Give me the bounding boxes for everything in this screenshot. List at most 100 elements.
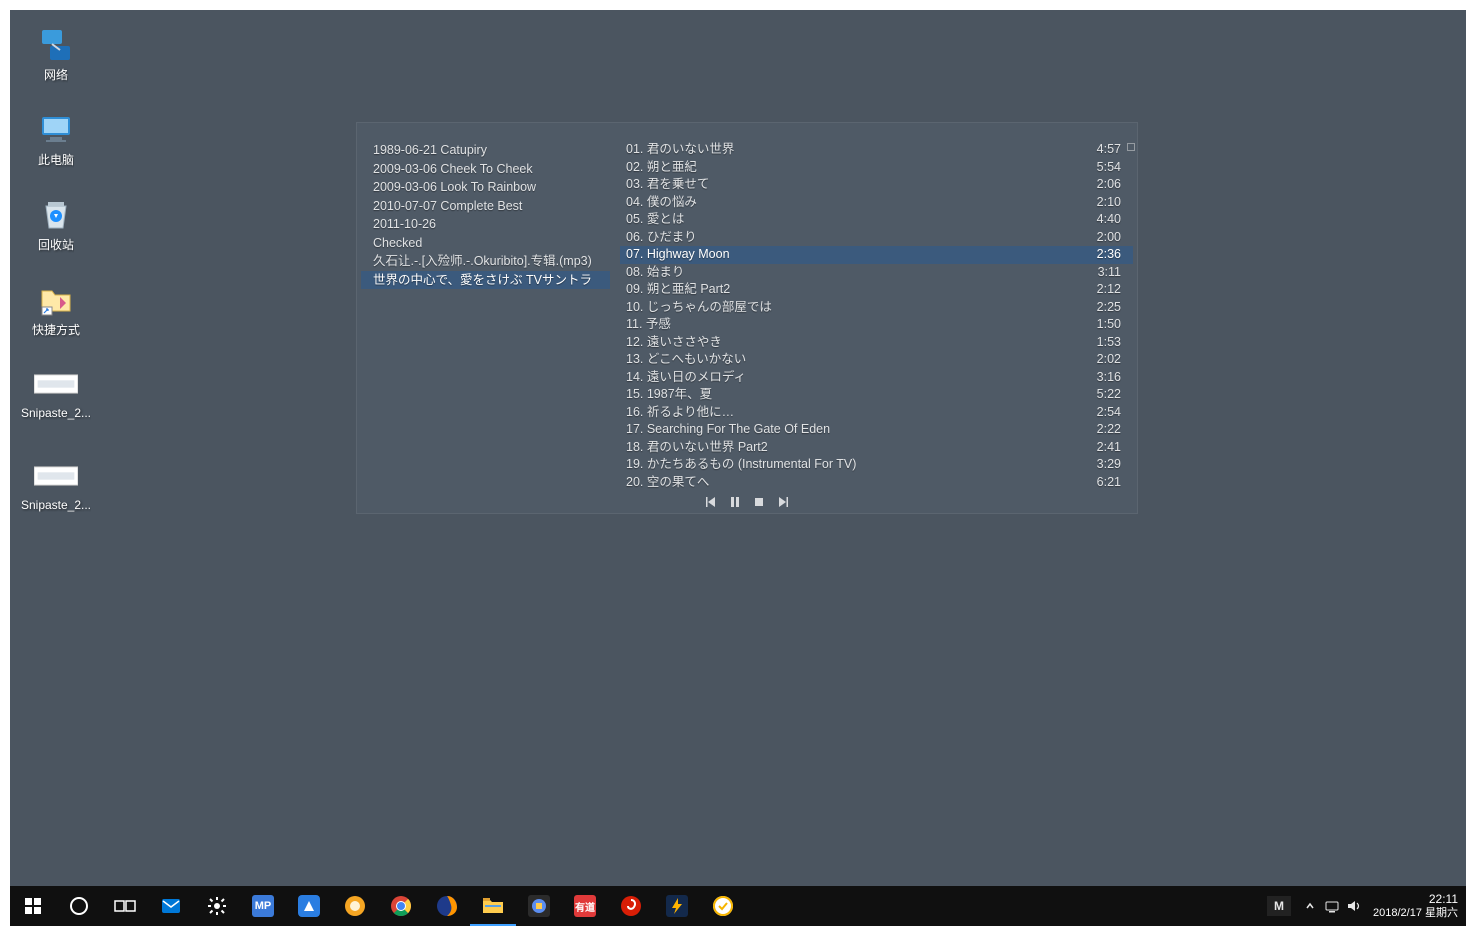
tray-m-icon[interactable]: M [1267,896,1291,916]
album-item[interactable]: 2009-03-06 Look To Rainbow [373,178,610,197]
music-player-window[interactable]: 1989-06-21 Catupiry2009-03-06 Cheek To C… [356,122,1138,514]
track-title: 05. 愛とは [626,211,1085,229]
track-row[interactable]: 12. 遠いささやき1:53 [620,334,1133,352]
prev-button[interactable] [704,495,718,509]
track-title: 04. 僕の悩み [626,194,1085,212]
track-title: 14. 遠い日のメロディ [626,369,1085,387]
track-row[interactable]: 05. 愛とは 4:40 [620,211,1133,229]
taskbar-cortana-button[interactable] [56,886,102,926]
track-duration: 2:02 [1097,351,1129,369]
snip-icon [34,454,78,498]
taskbar-securecrt-button[interactable] [516,886,562,926]
desktop-icon-folder-shortcut[interactable]: 快捷方式 [18,273,94,344]
taskbar-thunder-button[interactable] [654,886,700,926]
track-row[interactable]: 13. どこへもいかない2:02 [620,351,1133,369]
track-title: 09. 朔と亜紀 Part2 [626,281,1085,299]
stop-button[interactable] [752,495,766,509]
track-row[interactable]: 07. Highway Moon2:36 [620,246,1133,264]
taskbar-youdao-button[interactable]: 有道 [562,886,608,926]
album-item[interactable]: 1989-06-21 Catupiry [373,141,610,160]
track-duration: 3:29 [1097,456,1129,474]
desktop-icon-network[interactable]: 网络 [18,18,94,89]
start-icon [22,895,44,917]
track-duration: 2:25 [1097,299,1129,317]
taskbar-clock[interactable]: 22:11 2018/2/17 星期六 [1365,892,1466,920]
track-row[interactable]: 02. 朔と亜紀5:54 [620,159,1133,177]
track-duration: 3:16 [1097,369,1129,387]
desktop-icon-recycle[interactable]: 回收站 [18,188,94,259]
track-duration: 2:22 [1097,421,1129,439]
taskbar: MP 有道 M 22:11 2018/2/17 星期六 [10,886,1466,926]
wondershare-icon [298,895,320,917]
track-row[interactable]: 14. 遠い日のメロディ 3:16 [620,369,1133,387]
taskbar-start-button[interactable] [10,886,56,926]
tray-volume-icon[interactable] [1343,886,1365,926]
taskbar-chrome-button[interactable] [378,886,424,926]
taskbar-mail-button[interactable] [148,886,194,926]
taskbar-netease-button[interactable] [608,886,654,926]
taskbar-explorer-button[interactable] [470,886,516,926]
album-item[interactable]: 2011-10-26 [373,215,610,234]
track-row[interactable]: 01. 君のいない世界4:57 [620,141,1133,159]
track-row[interactable]: 15. 1987年、夏5:22 [620,386,1133,404]
pause-button[interactable] [728,495,742,509]
track-row[interactable]: 20. 空の果てへ6:21 [620,474,1133,492]
track-title: 16. 祈るより他に… [626,404,1085,422]
taskbar-apps: MP 有道 [10,886,746,926]
track-duration: 3:11 [1098,264,1129,282]
track-row[interactable]: 06. ひだまり2:00 [620,229,1133,247]
album-item[interactable]: 久石让.-.[入殓师.-.Okuribito].专辑.(mp3) [373,252,610,271]
mail-icon [160,895,182,917]
track-row[interactable]: 17. Searching For The Gate Of Eden2:22 [620,421,1133,439]
track-row[interactable]: 16. 祈るより他に…2:54 [620,404,1133,422]
recycle-icon [34,192,78,236]
taskbar-settings-button[interactable] [194,886,240,926]
desktop-icon-label: 快捷方式 [32,321,80,338]
desktop: 网络此电脑回收站快捷方式 Snipaste_2... Snipaste_2... 1… [10,10,1466,926]
track-row[interactable]: 09. 朔と亜紀 Part22:12 [620,281,1133,299]
track-row[interactable]: 11. 予感 1:50 [620,316,1133,334]
track-row[interactable]: 04. 僕の悩み2:10 [620,194,1133,212]
track-duration: 6:21 [1097,474,1129,492]
desktop-icon-snip[interactable]: Snipaste_2... [18,358,94,426]
taskbar-mp-button[interactable]: MP [240,886,286,926]
track-duration: 1:50 [1097,316,1129,334]
album-item[interactable]: 2010-07-07 Complete Best [373,197,610,216]
desktop-icon-snip[interactable]: Snipaste_2... [18,450,94,518]
desktop-icon-pc[interactable]: 此电脑 [18,103,94,174]
track-row[interactable]: 18. 君のいない世界 Part22:41 [620,439,1133,457]
track-row[interactable]: 08. 始まり3:11 [620,264,1133,282]
taskbar-uc-button[interactable] [332,886,378,926]
next-button[interactable] [776,495,790,509]
snip-icon [34,362,78,406]
taskbar-firefox-button[interactable] [424,886,470,926]
track-title: 11. 予感 [626,316,1085,334]
explorer-icon [482,894,504,916]
taskbar-tray: M 22:11 2018/2/17 星期六 [1267,886,1466,926]
taskbar-wondershare-button[interactable] [286,886,332,926]
firefox-icon [436,895,458,917]
taskbar-taskview-button[interactable] [102,886,148,926]
track-title: 15. 1987年、夏 [626,386,1085,404]
tray-chevron-icon[interactable] [1299,886,1321,926]
pc-icon [34,107,78,151]
track-duration: 5:54 [1097,159,1129,177]
track-row[interactable]: 19. かたちあるもの (Instrumental For TV)3:29 [620,456,1133,474]
track-duration: 4:40 [1097,211,1129,229]
cortana-icon [68,895,90,917]
album-item[interactable]: Checked [373,234,610,253]
track-row[interactable]: 10. じっちゃんの部屋では2:25 [620,299,1133,317]
track-title: 18. 君のいない世界 Part2 [626,439,1085,457]
desktop-icon-label: 回收站 [38,236,74,253]
track-duration: 2:36 [1097,246,1129,264]
track-duration: 4:57 [1097,141,1129,159]
tray-network-icon[interactable] [1321,886,1343,926]
album-list: 1989-06-21 Catupiry2009-03-06 Cheek To C… [357,137,612,493]
album-item[interactable]: 2009-03-06 Cheek To Cheek [373,160,610,179]
album-item[interactable]: 世界の中心で、愛をさけぶ TVサントラ [361,271,610,290]
track-row[interactable]: 03. 君を乗せて2:06 [620,176,1133,194]
desktop-icon-list: 网络此电脑回收站快捷方式 Snipaste_2... Snipaste_2... [18,18,94,542]
player-body: 1989-06-21 Catupiry2009-03-06 Cheek To C… [357,137,1137,493]
taskbar-ticktick-button[interactable] [700,886,746,926]
track-list: 01. 君のいない世界4:5702. 朔と亜紀5:5403. 君を乗せて2:06… [612,137,1137,493]
